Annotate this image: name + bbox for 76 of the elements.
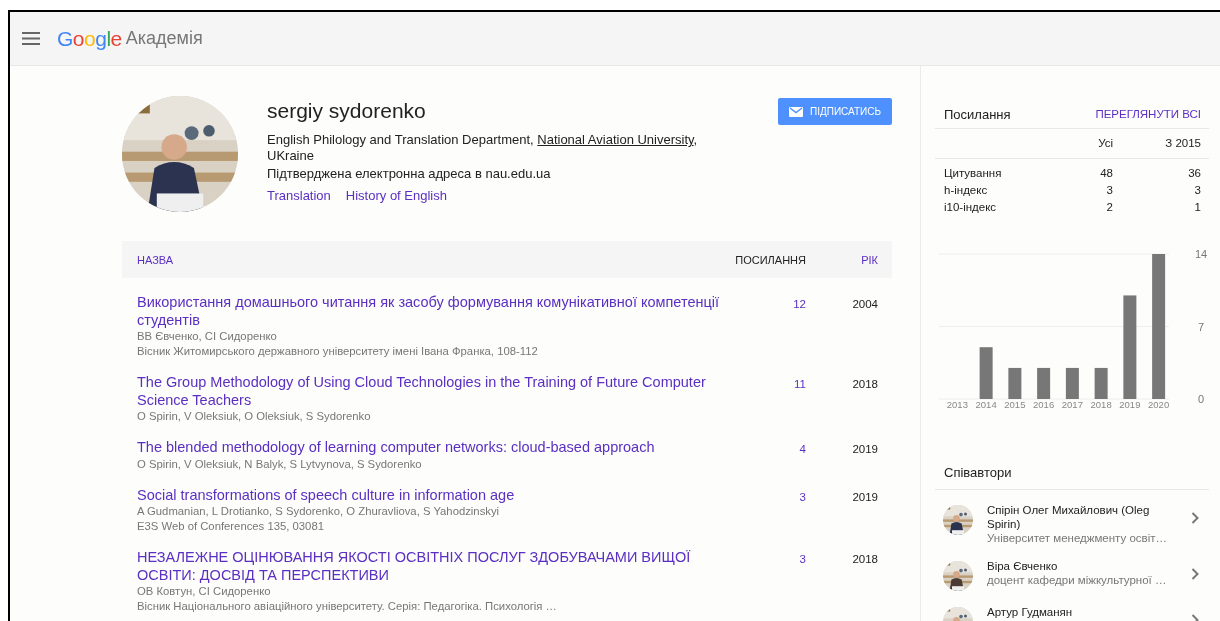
chart-bar xyxy=(1037,367,1051,399)
metric-label: h-індекс xyxy=(944,183,989,198)
affiliation: English Philology and Translation Department, National Aviation University, UKraine xyxy=(267,132,699,164)
citation-count-link[interactable]: 12 xyxy=(793,298,806,310)
citation-count-link[interactable]: 3 xyxy=(799,553,806,565)
article-venue: Вісник Житомирського державного університету імені Івана Франка, 108-112 xyxy=(137,344,538,359)
coauthor-item[interactable]: Артур Гудманян xyxy=(935,592,1209,621)
section-title: Посилання xyxy=(944,106,1011,122)
coauthor-name: Артур Гудманян xyxy=(987,605,1073,619)
citation-count-link[interactable]: 11 xyxy=(794,378,806,390)
axis-tick-label: 2015 xyxy=(1004,399,1026,410)
column-header[interactable]: НАЗВА xyxy=(137,253,726,266)
chevron-right-icon xyxy=(1191,568,1199,580)
article-authors: ОВ Ковтун, СІ Сидоренко xyxy=(137,584,271,599)
coauthor-affiliation: Університет менеджменту освіт… xyxy=(987,531,1168,545)
coauthor-item[interactable]: Віра Євченко доцент кафедри міжкультурної … xyxy=(935,546,1209,592)
axis-tick-label: 7 xyxy=(1197,320,1205,333)
metric-value: 48 xyxy=(1099,166,1113,181)
metric-label: i10-індекс xyxy=(944,200,998,215)
envelope-icon xyxy=(788,106,803,117)
metric-value: 36 xyxy=(1187,166,1201,181)
article-authors: A Gudmanian, L Drotianko, S Sydorenko, O Zhuravliova, S Yahodzinskyi xyxy=(137,504,500,519)
logo[interactable]: Google xyxy=(57,26,122,51)
axis-tick-label: 2019 xyxy=(1119,399,1141,410)
interest-link[interactable]: Translation xyxy=(267,188,331,204)
profile-name: sergiy sydorenko xyxy=(267,98,427,124)
axis-tick-label: 2013 xyxy=(946,399,968,410)
citation-count-link[interactable]: 4 xyxy=(799,443,806,455)
article-title-link[interactable]: Використання домашнього читання як засобу формування комунікативної компетенції студентів xyxy=(137,294,721,329)
chart-bar xyxy=(1008,367,1022,399)
menu-icon[interactable] xyxy=(22,32,40,45)
article-venue: E3S Web of Conferences 135, 03081 xyxy=(137,519,324,534)
coauthor-item[interactable]: Спірін Олег Михайлович (Oleg Spirin) Університет менеджменту освіт… xyxy=(935,490,1209,546)
article-title-link[interactable]: The blended methodology of learning computer networks: cloud-based approach xyxy=(137,439,655,457)
article-venue: Вісник Національного авіаційного університету. Серія: Педагогіка. Психологія … xyxy=(137,599,557,614)
column-header: Усі xyxy=(1097,136,1113,151)
year-text: 2018 xyxy=(852,378,878,390)
chevron-right-icon xyxy=(1191,512,1199,524)
interest-link[interactable]: History of English xyxy=(345,188,447,204)
article-title-link[interactable]: НЕЗАЛЕЖНЕ ОЦІНЮВАННЯ ЯКОСТІ ОСВІТНІХ ПОСЛУГ ЗДОБУВАЧАМИ ВИЩОЇ ОСВІТИ: ДОСВІД ТА ПЕРСПЕКТИВИ xyxy=(137,549,721,584)
chart-bar xyxy=(979,347,993,399)
metric-value: 2 xyxy=(1105,200,1113,215)
article-authors: O Spirin, V Oleksiuk, N Balyk, S Lytvynova, S Sydorenko xyxy=(137,456,422,472)
article-title-link[interactable]: The Group Methodology of Using Cloud Technologies in the Training of Future Computer Science Teachers xyxy=(137,374,721,409)
axis-tick-label: 2018 xyxy=(1090,399,1112,410)
year-text: 2019 xyxy=(852,490,878,503)
column-header[interactable]: РІК xyxy=(806,253,878,266)
axis-tick-label: 2014 xyxy=(975,399,997,410)
axis-tick-label: 2017 xyxy=(1061,399,1083,410)
metric-value: 3 xyxy=(1105,183,1113,198)
year-text: 2019 xyxy=(852,443,878,455)
metric-value: 1 xyxy=(1193,200,1201,215)
axis-tick-label: 14 xyxy=(1194,248,1208,260)
chart-bar xyxy=(1065,367,1079,399)
email-note: Підтверджена електронна адреса в nau.edu.ua xyxy=(267,166,552,182)
view-all-link[interactable]: ПЕРЕГЛЯНУТИ ВСІ xyxy=(1095,108,1201,120)
metric-value: 3 xyxy=(1193,183,1201,198)
year-text: 2004 xyxy=(852,298,878,310)
year-text: 2018 xyxy=(852,553,878,565)
chart-bar xyxy=(1094,367,1108,399)
column-header[interactable]: ПОСИЛАННЯ xyxy=(726,253,806,266)
axis-tick-label: 2016 xyxy=(1033,399,1055,410)
section-title: Співавтори xyxy=(944,464,1012,480)
coauthor-name: Спірін Олег Михайлович (Oleg Spirin) xyxy=(987,503,1151,531)
product-name: Академія xyxy=(125,28,203,49)
article-title-link[interactable]: Social transformations of speech culture in information age xyxy=(137,486,515,504)
article-authors: O Spirin, V Oleksiuk, O Oleksiuk, S Sydorenko xyxy=(137,409,371,424)
axis-tick-label: 2020 xyxy=(1148,399,1170,410)
metric-label: Цитування xyxy=(944,166,1003,181)
article-authors: ВВ Євченко, СІ Сидоренко xyxy=(137,329,277,344)
axis-tick-label: 0 xyxy=(1197,393,1205,405)
column-header: З 2015 xyxy=(1164,136,1201,151)
citation-count-link[interactable]: 3 xyxy=(799,490,806,503)
affiliation-link[interactable]: National Aviation University xyxy=(537,132,694,147)
coauthor-name: Віра Євченко xyxy=(987,559,1058,573)
coauthor-affiliation: доцент кафедри міжкультурної … xyxy=(987,573,1167,587)
